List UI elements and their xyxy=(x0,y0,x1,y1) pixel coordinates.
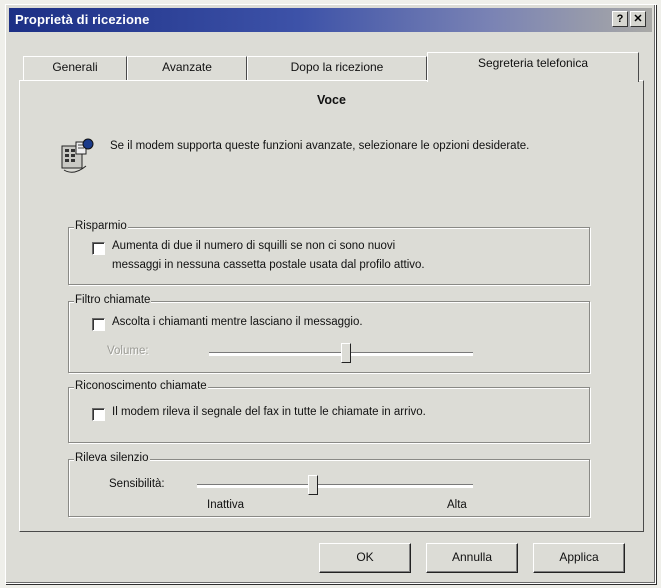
tab-avanzate[interactable]: Avanzate xyxy=(127,56,247,80)
riconoscimento-chiamate-group-label: Riconoscimento chiamate xyxy=(74,380,208,392)
risparmio-group: Risparmio Aumenta di due il numero di sq… xyxy=(68,220,590,285)
rileva-fax-checkbox[interactable] xyxy=(92,408,105,421)
cancel-button[interactable]: Annulla xyxy=(426,543,518,573)
tab-label: Segreteria telefonica xyxy=(477,56,589,70)
ok-button[interactable]: OK xyxy=(319,543,411,573)
properties-dialog: Proprietà di ricezione ? ✕ Generali Avan… xyxy=(5,4,656,584)
sensibilita-slider-thumb[interactable] xyxy=(307,475,318,495)
tab-label: Avanzate xyxy=(162,60,212,74)
ascolta-chiamanti-label[interactable]: Ascolta i chiamanti mentre lasciano il m… xyxy=(112,314,363,331)
tab-dopo-la-ricezione[interactable]: Dopo la ricezione xyxy=(247,56,427,80)
tab-label: Generali xyxy=(52,60,98,74)
rileva-fax-label[interactable]: Il modem rileva il segnale del fax in tu… xyxy=(112,404,426,421)
aumenta-squilli-checkbox[interactable] xyxy=(92,242,105,255)
rileva-silenzio-group-label: Rileva silenzio xyxy=(74,452,150,464)
sensibilita-max-label: Alta xyxy=(447,499,467,511)
aumenta-squilli-label-line2[interactable]: messaggi in nessuna cassetta postale usa… xyxy=(112,257,425,274)
sensibilita-label: Sensibilità: xyxy=(109,478,165,490)
sensibilita-slider-track[interactable] xyxy=(197,484,473,488)
sensibilita-min-label: Inattiva xyxy=(207,499,245,511)
voice-mail-icon xyxy=(61,138,94,173)
ascolta-chiamanti-checkbox[interactable] xyxy=(92,318,105,331)
rileva-silenzio-group: Rileva silenzio Sensibilità: Inattiva Al… xyxy=(68,452,590,517)
apply-button[interactable]: Applica xyxy=(533,543,625,573)
riconoscimento-chiamate-group: Riconoscimento chiamate Il modem rileva … xyxy=(68,380,590,443)
volume-slider-thumb[interactable] xyxy=(341,343,352,363)
risparmio-group-label: Risparmio xyxy=(74,220,128,232)
title-bar[interactable]: Proprietà di ricezione ? ✕ xyxy=(9,8,652,32)
intro-text: Se il modem supporta queste funzioni ava… xyxy=(110,140,530,152)
filtro-chiamate-group: Filtro chiamate Ascolta i chiamanti ment… xyxy=(68,294,590,373)
help-button[interactable]: ? xyxy=(612,11,628,27)
tab-segreteria-telefonica[interactable]: Segreteria telefonica xyxy=(427,52,639,82)
filtro-chiamate-group-label: Filtro chiamate xyxy=(74,294,152,306)
aumenta-squilli-label-line1[interactable]: Aumenta di due il numero di squilli se n… xyxy=(112,238,395,255)
dialog-title: Proprietà di ricezione xyxy=(15,12,150,27)
tab-generali[interactable]: Generali xyxy=(23,56,127,80)
tab-label: Dopo la ricezione xyxy=(290,60,384,74)
close-button[interactable]: ✕ xyxy=(630,11,646,27)
volume-label: Volume: xyxy=(107,345,149,357)
tab-panel: Voce Se il modem supporta queste funzion… xyxy=(19,80,644,532)
panel-heading: Voce xyxy=(317,93,346,107)
